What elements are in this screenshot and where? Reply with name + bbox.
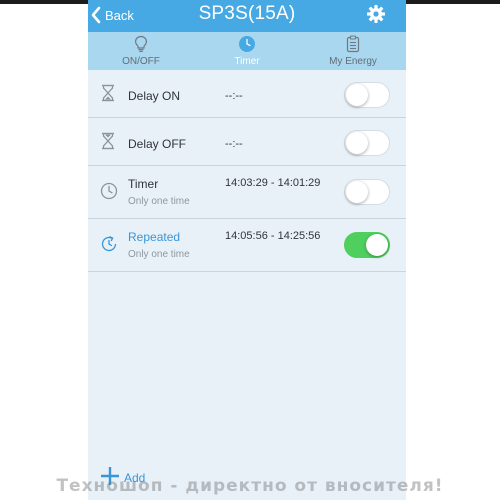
timer-name: Repeated	[128, 230, 181, 244]
gear-icon	[367, 5, 385, 23]
bulb-icon	[134, 35, 148, 52]
timer-time: --:--	[225, 90, 243, 102]
list-item-delay-on: Delay ON --:--	[88, 70, 406, 118]
tab-on-off[interactable]: ON/OFF	[88, 32, 194, 70]
timer-subtitle: Only one time	[128, 196, 190, 207]
list-item-timer: Timer Only one time 14:03:29 - 14:01:29	[88, 166, 406, 219]
hourglass-icon	[100, 132, 116, 155]
timer-name: Timer	[128, 177, 159, 191]
toggle-switch[interactable]	[344, 179, 390, 205]
tab-my-energy[interactable]: My Energy	[300, 32, 406, 70]
toggle-switch[interactable]	[344, 130, 390, 156]
tab-timer[interactable]: Timer	[194, 32, 300, 70]
app-screen: Back SP3S(15A) ON/OFF Timer My Energy De…	[88, 0, 406, 500]
timer-list: Delay ON --:-- Delay OFF --:-- Timer Onl…	[88, 70, 406, 272]
clipboard-icon	[346, 35, 360, 53]
page-title: SP3S(15A)	[198, 3, 296, 24]
timer-time: 14:03:29 - 14:01:29	[225, 177, 321, 189]
toggle-switch[interactable]	[344, 232, 390, 258]
list-item-repeated: Repeated Only one time 14:05:56 - 14:25:…	[88, 219, 406, 272]
timer-subtitle: Only one time	[128, 249, 190, 260]
hourglass-icon	[100, 84, 116, 107]
timer-time: 14:05:56 - 14:25:56	[225, 230, 321, 242]
timer-name: Delay ON	[128, 89, 181, 103]
toggle-switch[interactable]	[344, 82, 390, 108]
timer-name: Delay OFF	[128, 137, 187, 151]
tab-bar: ON/OFF Timer My Energy	[88, 32, 406, 70]
tab-label: My Energy	[329, 56, 377, 67]
clock-icon	[100, 182, 118, 205]
settings-button[interactable]	[366, 4, 386, 29]
tab-label: Timer	[234, 56, 260, 67]
app-header: Back SP3S(15A)	[88, 0, 406, 32]
list-item-delay-off: Delay OFF --:--	[88, 118, 406, 166]
tab-label: ON/OFF	[122, 56, 160, 67]
watermark: Техношоп - директно от вносителя!	[56, 476, 444, 496]
repeat-clock-icon	[100, 235, 118, 258]
clock-icon	[239, 36, 255, 52]
timer-time: --:--	[225, 138, 243, 150]
